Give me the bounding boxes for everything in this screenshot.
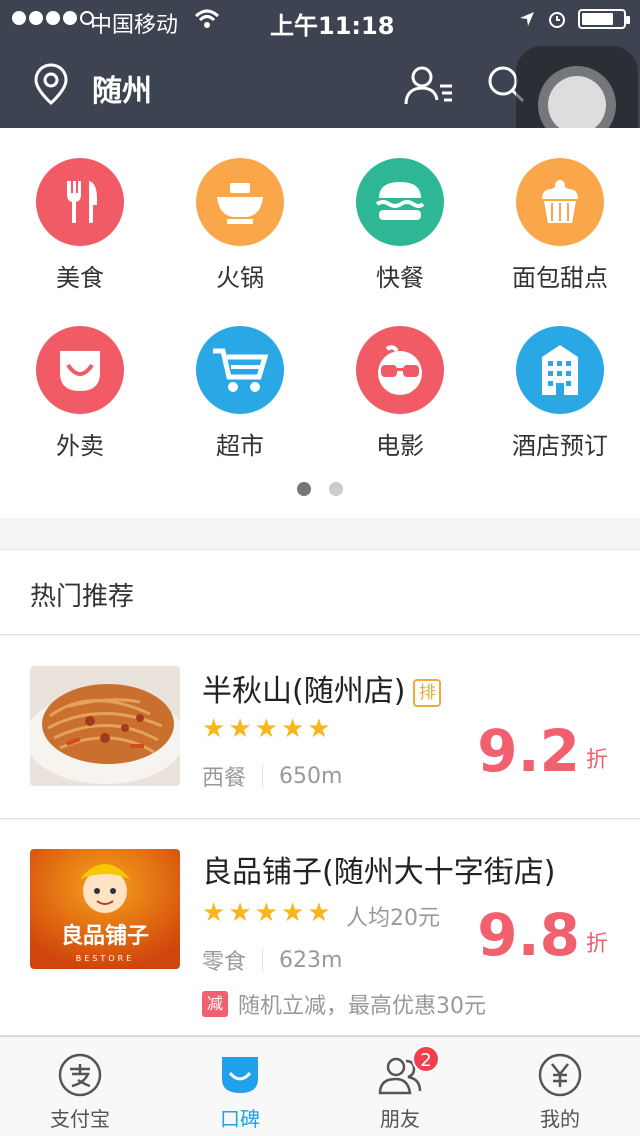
smile-bag-icon: [36, 326, 124, 414]
tab-label: 支付宝: [50, 1107, 110, 1131]
star-icon: ★: [202, 898, 226, 928]
tab-bar: 支付宝 口碑 2 朋友 我的: [0, 1036, 640, 1136]
store-meta: 零食 623m: [202, 944, 342, 976]
category-item[interactable]: 电影: [320, 326, 480, 461]
cart-icon: [196, 326, 284, 414]
city-selector[interactable]: 随州: [92, 66, 152, 110]
burger-icon: [356, 158, 444, 246]
discount-value: 9.2: [477, 717, 580, 785]
average-price: 人均20元: [346, 906, 440, 931]
page-indicator: [0, 482, 640, 496]
category-label: 快餐: [376, 264, 424, 292]
tab-label: 口碑: [220, 1107, 260, 1131]
logo-text: 良品铺子: [61, 923, 149, 949]
category-item[interactable]: 美食: [0, 158, 160, 293]
category-item[interactable]: 酒店预订: [480, 326, 640, 461]
wifi-icon: [194, 8, 220, 36]
yuan-icon: [538, 1053, 582, 1097]
category-item[interactable]: 快餐: [320, 158, 480, 293]
discount-value: 9.8: [477, 901, 580, 969]
cupcake-icon: [516, 158, 604, 246]
section-title: 热门推荐: [30, 582, 135, 612]
page-dot-active[interactable]: [297, 482, 311, 496]
star-icon: ★: [307, 898, 331, 928]
divider: [262, 949, 264, 971]
alipay-icon: [58, 1053, 102, 1097]
store-name[interactable]: 良品铺子(随州大十字街店): [202, 847, 555, 891]
divider: [262, 765, 264, 787]
page-dot[interactable]: [329, 482, 343, 496]
category-grid: 美食 火锅 快餐 面包甜点外卖 超市 电影 酒店预订: [0, 128, 640, 518]
store-category: 西餐: [202, 766, 247, 791]
tab-friends[interactable]: 2 朋友: [320, 1037, 480, 1136]
location-arrow-icon: [520, 12, 534, 26]
food-thumbnail: [30, 666, 180, 786]
carrier-label: 中国移动: [90, 13, 179, 38]
glasses-face-icon: [356, 326, 444, 414]
nav-header: 随州: [0, 40, 640, 164]
list-item[interactable]: 半秋山(随州店) 排 ★ ★ ★ ★ ★ 西餐 650m 9.2 折: [0, 636, 640, 819]
contacts-icon[interactable]: [404, 64, 454, 110]
svg-text:BESTORE: BESTORE: [76, 954, 134, 963]
star-icon: ★: [280, 898, 305, 928]
store-distance: 650m: [279, 763, 343, 789]
hotpot-icon: [196, 158, 284, 246]
star-icon: ★: [254, 898, 278, 928]
section-header: 热门推荐: [0, 549, 640, 635]
category-label: 酒店预订: [512, 432, 608, 460]
category-label: 超市: [216, 432, 264, 460]
tab-mine[interactable]: 我的: [480, 1037, 640, 1136]
star-icon: ★: [228, 714, 252, 744]
store-logo-thumbnail: 良品铺子 BESTORE: [30, 849, 180, 969]
status-bar: 中国移动 上午11:18: [0, 0, 640, 40]
discount: 9.8 折: [477, 906, 608, 964]
location-pin-icon[interactable]: [32, 62, 70, 110]
battery-icon: [578, 9, 630, 29]
star-icon: ★: [280, 714, 305, 744]
category-label: 外卖: [56, 432, 104, 460]
store-meta: 西餐 650m: [202, 760, 342, 792]
category-item[interactable]: 面包甜点: [480, 158, 640, 293]
star-icon: ★: [307, 714, 331, 744]
store-distance: 623m: [279, 947, 343, 973]
category-item[interactable]: 火锅: [160, 158, 320, 293]
star-rating: ★ ★ ★ ★ ★: [202, 898, 331, 928]
discount-unit: 折: [585, 932, 608, 957]
category-label: 电影: [376, 432, 424, 460]
tab-label: 朋友: [380, 1107, 420, 1131]
signal-strength-icon: [12, 11, 94, 25]
discount: 9.2 折: [477, 722, 608, 780]
category-label: 面包甜点: [512, 264, 608, 292]
star-rating: ★ ★ ★ ★ ★: [202, 714, 331, 744]
rank-badge: 排: [413, 678, 442, 707]
star-icon: ★: [228, 898, 252, 928]
promotion[interactable]: 减 随机立减，最高优惠30元: [202, 988, 486, 1020]
store-category: 零食: [202, 950, 247, 975]
alarm-icon: [549, 12, 565, 28]
category-label: 火锅: [216, 264, 264, 292]
promo-tag: 减: [202, 991, 228, 1017]
list-item[interactable]: 良品铺子 BESTORE 良品铺子(随州大十字街店) ★ ★ ★ ★ ★ 人均20元 零…: [0, 820, 640, 1036]
category-item[interactable]: 超市: [160, 326, 320, 461]
clock: 上午11:18: [270, 12, 395, 40]
tab-label: 我的: [540, 1107, 580, 1131]
tab-alipay[interactable]: 支付宝: [0, 1037, 160, 1136]
promo-text: 随机立减，最高优惠30元: [238, 994, 486, 1019]
discount-unit: 折: [585, 748, 608, 773]
notification-badge: 2: [412, 1045, 440, 1073]
building-icon: [516, 326, 604, 414]
koubei-icon: [222, 1057, 258, 1093]
tab-koubei[interactable]: 口碑: [160, 1037, 320, 1136]
star-icon: ★: [202, 714, 226, 744]
store-name[interactable]: 半秋山(随州店) 排: [202, 666, 442, 710]
fork-knife-icon: [36, 158, 124, 246]
star-icon: ★: [254, 714, 278, 744]
category-label: 美食: [56, 264, 104, 292]
top-bar: 中国移动 上午11:18 随州: [0, 0, 640, 164]
category-item[interactable]: 外卖: [0, 326, 160, 461]
